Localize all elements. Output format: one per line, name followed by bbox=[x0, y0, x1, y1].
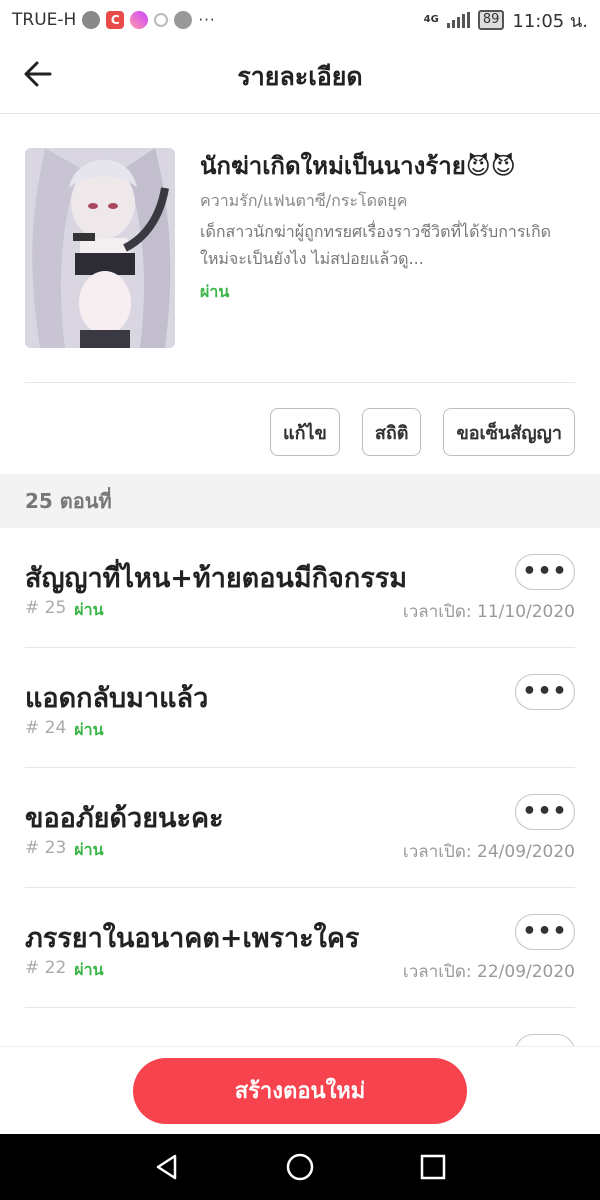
novel-description: เด็กสาวนักฆ่าผู้ถูกทรยศเรื่องราวชีวิตที่… bbox=[200, 222, 552, 268]
episode-publish-date: เวลาเปิด: 11/10/2020 bbox=[402, 602, 575, 622]
episode-status: ผ่าน bbox=[74, 600, 104, 619]
episode-list: สัญญาที่ไหน+ท้ายตอนมีกิจกรรม # 25 ผ่าน เ… bbox=[0, 528, 600, 1048]
episode-publish-date: เวลาเปิด: 24/09/2020 bbox=[402, 842, 575, 862]
novel-cover-image[interactable] bbox=[25, 148, 175, 348]
episode-meta: # 25 ผ่าน bbox=[25, 598, 104, 623]
system-nav-bar bbox=[0, 1134, 600, 1200]
episode-count-bar: 25 ตอนที่ bbox=[0, 474, 600, 528]
episode-item[interactable]: ••• bbox=[25, 1008, 575, 1048]
episode-title: ขออภัยด้วยนะคะ bbox=[25, 803, 224, 834]
episode-meta: # 23 ผ่าน bbox=[25, 838, 104, 863]
app-icon bbox=[130, 11, 149, 29]
novel-title: นักฆ่าเกิดใหม่เป็นนางร้าย😈😈 bbox=[200, 152, 516, 180]
novel-meta: นักฆ่าเกิดใหม่เป็นนางร้าย😈😈 ความรัก/แฟนต… bbox=[200, 148, 575, 305]
episode-title: แอดกลับมาแล้ว bbox=[25, 683, 209, 714]
cover-illustration bbox=[25, 148, 175, 348]
episode-item[interactable]: สัญญาที่ไหน+ท้ายตอนมีกิจกรรม # 25 ผ่าน เ… bbox=[25, 528, 575, 648]
request-contract-button[interactable]: ขอเซ็นสัญญา bbox=[443, 408, 575, 456]
network-label: 4G bbox=[423, 14, 439, 25]
edit-button[interactable]: แก้ไข bbox=[270, 408, 340, 456]
episode-number: # 25 bbox=[25, 598, 67, 618]
novel-actions: แก้ไข สถิติ ขอเซ็นสัญญา bbox=[270, 408, 575, 456]
page: TRUE-H C ··· 4G 89 11:05 น. รายละเอียด น… bbox=[0, 0, 600, 1200]
episode-status: ผ่าน bbox=[74, 720, 104, 739]
triangle-back-icon bbox=[156, 1154, 176, 1180]
episode-item[interactable]: ภรรยาในอนาคต+เพราะใคร # 22 ผ่าน เวลาเปิด… bbox=[25, 888, 575, 1008]
app-header: รายละเอียด bbox=[0, 40, 600, 114]
novel-info: นักฆ่าเกิดใหม่เป็นนางร้าย😈😈 ความรัก/แฟนต… bbox=[25, 148, 575, 348]
episode-meta: # 24 ผ่าน bbox=[25, 718, 104, 743]
episode-more-button[interactable]: ••• bbox=[515, 914, 575, 950]
episode-title: ภรรยาในอนาคต+เพราะใคร bbox=[25, 923, 360, 954]
nav-home-button[interactable] bbox=[280, 1147, 320, 1187]
carrier-label: TRUE-H bbox=[12, 10, 77, 30]
chrome-icon bbox=[174, 11, 193, 29]
create-episode-button[interactable]: สร้างตอนใหม่ bbox=[133, 1057, 467, 1124]
notification-icon bbox=[154, 13, 169, 27]
episode-meta: # 22 ผ่าน bbox=[25, 958, 104, 983]
status-left: TRUE-H C ··· bbox=[12, 10, 216, 30]
overflow-notifications: ··· bbox=[198, 11, 216, 29]
episode-number: # 24 bbox=[25, 718, 67, 738]
arrow-left-icon bbox=[24, 61, 52, 87]
episode-more-button[interactable]: ••• bbox=[515, 674, 575, 710]
episode-number: # 22 bbox=[25, 958, 67, 978]
novel-status-badge: ผ่าน bbox=[200, 282, 230, 301]
episode-status: ผ่าน bbox=[74, 960, 104, 979]
clock: 11:05 น. bbox=[512, 10, 588, 32]
battery-icon: 89 bbox=[477, 10, 505, 30]
circle-home-icon bbox=[286, 1153, 314, 1181]
divider bbox=[25, 382, 575, 383]
page-title: รายละเอียด bbox=[237, 61, 363, 91]
episode-item[interactable]: ขออภัยด้วยนะคะ # 23 ผ่าน เวลาเปิด: 24/09… bbox=[25, 768, 575, 888]
signal-icon bbox=[446, 12, 470, 28]
nav-recent-button[interactable] bbox=[413, 1147, 453, 1187]
status-right: 4G 89 11:05 น. bbox=[424, 6, 588, 35]
episode-title: สัญญาที่ไหน+ท้ายตอนมีกิจกรรม bbox=[25, 563, 408, 594]
stats-button[interactable]: สถิติ bbox=[361, 408, 422, 456]
app-c-icon: C bbox=[106, 11, 125, 29]
message-icon bbox=[82, 11, 101, 29]
novel-genres: ความรัก/แฟนตาซี/กระโดดยุค bbox=[200, 191, 408, 210]
episode-item[interactable]: แอดกลับมาแล้ว # 24 ผ่าน ••• bbox=[25, 648, 575, 768]
square-recent-icon bbox=[421, 1154, 446, 1180]
nav-back-button[interactable] bbox=[147, 1147, 187, 1187]
bottom-action-bar: สร้างตอนใหม่ bbox=[0, 1046, 600, 1134]
episode-number: # 23 bbox=[25, 838, 67, 858]
back-button[interactable] bbox=[16, 52, 60, 96]
episode-publish-date: เวลาเปิด: 22/09/2020 bbox=[402, 962, 575, 982]
status-bar: TRUE-H C ··· 4G 89 11:05 น. bbox=[0, 0, 600, 40]
episode-more-button[interactable]: ••• bbox=[515, 554, 575, 590]
episode-count-label: 25 ตอนที่ bbox=[25, 489, 112, 513]
episode-more-button[interactable]: ••• bbox=[515, 794, 575, 830]
episode-status: ผ่าน bbox=[74, 840, 104, 859]
